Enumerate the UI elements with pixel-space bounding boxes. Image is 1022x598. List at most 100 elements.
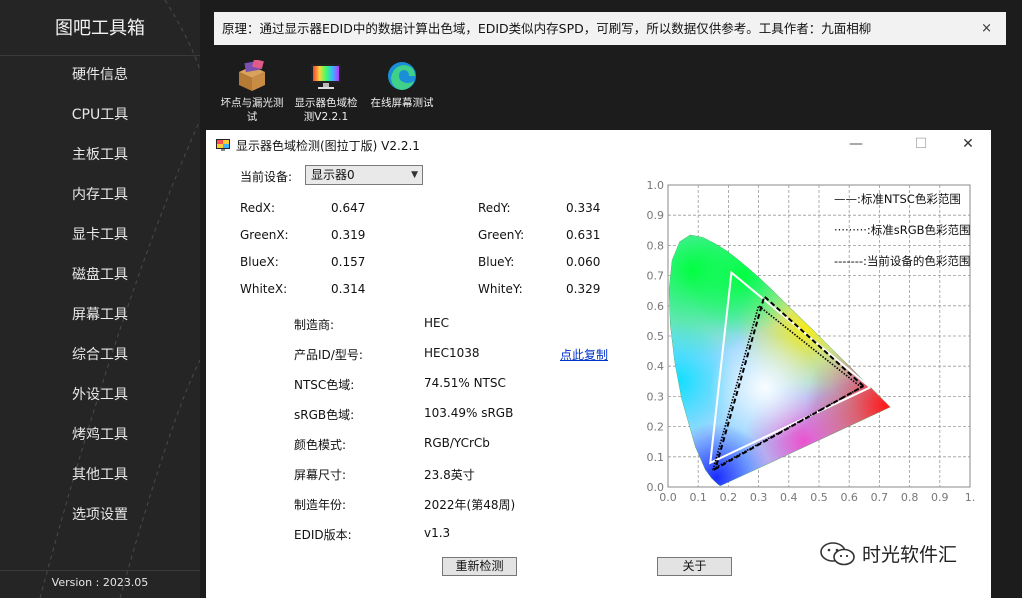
shortcut-online-screen-test[interactable]: 在线屏幕测试	[362, 60, 442, 110]
green-y-label: GreenY:	[478, 228, 525, 242]
sidebar-item-general-tools[interactable]: 综合工具	[0, 338, 200, 378]
manufacture-year-value: 2022年(第48周)	[424, 498, 516, 512]
monitor-icon	[311, 64, 341, 89]
shortcut-label-line2: 试	[246, 111, 258, 123]
blue-y-value: 0.060	[566, 255, 601, 269]
blue-y-label: BlueY:	[478, 255, 515, 269]
sidebar-item-hardware-info[interactable]: 硬件信息	[0, 58, 200, 98]
x-tick-label: 0.2	[720, 491, 738, 504]
product-id-value: HEC1038	[424, 346, 480, 360]
legend-entry: ·········:标准sRGB色彩范围	[834, 223, 971, 237]
red-x-value: 0.647	[331, 201, 366, 215]
red-y-label: RedY:	[478, 201, 511, 215]
redetect-button[interactable]: 重新检测	[442, 557, 517, 576]
x-tick-label: 0.8	[901, 491, 919, 504]
info-bar-text: 原理：通过显示器EDID中的数据计算出色域，EDID类似内存SPD，可刷写，所以…	[222, 21, 872, 36]
white-y-label: WhiteY:	[478, 282, 523, 296]
y-tick-label: 0.1	[647, 451, 665, 464]
blue-x-label: BlueX:	[240, 255, 279, 269]
device-label: 当前设备:	[240, 170, 293, 184]
sidebar-item-stress-tools[interactable]: 烤鸡工具	[0, 418, 200, 458]
window-titlebar[interactable]: 显示器色域检测(图拉丁版) V2.2.1 — ☐ ✕	[206, 130, 991, 160]
y-tick-label: 0.8	[647, 239, 665, 252]
sidebar-item-memory-tools[interactable]: 内存工具	[0, 178, 200, 218]
edid-version-value: v1.3	[424, 526, 451, 540]
version-label: Version : 2023.05	[51, 576, 149, 589]
green-x-value: 0.319	[331, 228, 366, 242]
white-x-value: 0.314	[331, 282, 366, 296]
srgb-gamut-value: 103.49% sRGB	[424, 406, 514, 420]
green-x-label: GreenX:	[240, 228, 289, 242]
sidebar-item-screen-tools[interactable]: 屏幕工具	[0, 298, 200, 338]
y-tick-label: 0.7	[647, 270, 665, 283]
legend-entry: -------:当前设备的色彩范围	[834, 254, 970, 268]
x-tick-label: 0.7	[871, 491, 889, 504]
y-tick-label: 0.0	[647, 481, 665, 494]
ntsc-gamut-label: NTSC色域:	[294, 378, 355, 392]
about-button[interactable]: 关于	[657, 557, 732, 576]
red-x-label: RedX:	[240, 201, 276, 215]
sidebar-divider	[0, 55, 200, 56]
sidebar-item-cpu-tools[interactable]: CPU工具	[0, 98, 200, 138]
legend-entry: ——:标准NTSC色彩范围	[834, 192, 961, 206]
y-tick-label: 0.4	[647, 360, 665, 373]
y-tick-label: 0.2	[647, 421, 665, 434]
x-tick-label: 1.	[965, 491, 976, 504]
watermark: 时光软件汇	[818, 540, 1014, 568]
info-bar-close-button[interactable]: ×	[981, 12, 992, 45]
manufacture-year-label: 制造年份:	[294, 498, 347, 512]
copy-link[interactable]: 点此复制	[560, 346, 608, 363]
chevron-down-icon: ▼	[411, 170, 418, 180]
srgb-gamut-label: sRGB色域:	[294, 408, 355, 422]
gamut-checker-window: 显示器色域检测(图拉丁版) V2.2.1 — ☐ ✕ 当前设备: 显示器0 ▼ …	[206, 130, 991, 598]
white-y-value: 0.329	[566, 282, 601, 296]
manufacturer-label: 制造商:	[294, 318, 335, 332]
color-mode-label: 颜色模式:	[294, 438, 347, 452]
green-y-value: 0.631	[566, 228, 601, 242]
white-x-label: WhiteX:	[240, 282, 288, 296]
shortcut-gamut-checker[interactable]: 显示器色域检 测V2.2.1	[286, 60, 366, 124]
window-app-icon	[216, 139, 230, 151]
blue-x-value: 0.157	[331, 255, 366, 269]
sidebar-item-other-tools[interactable]: 其他工具	[0, 458, 200, 498]
sidebar-item-settings[interactable]: 选项设置	[0, 498, 200, 538]
x-tick-label: 0.3	[750, 491, 768, 504]
watermark-text: 时光软件汇	[862, 544, 958, 566]
x-tick-label: 0.9	[931, 491, 949, 504]
device-select[interactable]: 显示器0 ▼	[305, 165, 423, 185]
shortcut-label-line1: 显示器色域检	[294, 97, 358, 109]
device-select-value: 显示器0	[311, 168, 355, 182]
sidebar-item-gpu-tools[interactable]: 显卡工具	[0, 218, 200, 258]
window-close-button[interactable]: ✕	[945, 130, 991, 160]
wechat-icon	[820, 542, 855, 566]
manufacturer-value: HEC	[424, 316, 449, 330]
screen-size-value: 23.8英寸	[424, 468, 475, 482]
sidebar-menu: 硬件信息 CPU工具 主板工具 内存工具 显卡工具 磁盘工具 屏幕工具 综合工具…	[0, 58, 200, 538]
product-id-label: 产品ID/型号:	[294, 348, 363, 362]
y-tick-label: 0.5	[647, 330, 665, 343]
sidebar-item-motherboard-tools[interactable]: 主板工具	[0, 138, 200, 178]
x-tick-label: 0.6	[840, 491, 858, 504]
screen-size-label: 屏幕尺寸:	[294, 468, 347, 482]
red-y-value: 0.334	[566, 201, 601, 215]
cie-chromaticity-chart: 0.0 0.1 0.2 0.3 0.4 0.5 0.6 0.7 0.8 0.9 1.0.00.10.…	[647, 179, 976, 504]
app-title: 图吧工具箱	[55, 18, 145, 39]
window-title: 显示器色域检测(图拉丁版) V2.2.1	[236, 139, 420, 153]
x-tick-label: 0.5	[810, 491, 828, 504]
ntsc-gamut-value: 74.51% NTSC	[424, 376, 506, 390]
shortcut-dead-pixel-test[interactable]: 坏点与漏光测 试	[212, 60, 292, 124]
sidebar-item-disk-tools[interactable]: 磁盘工具	[0, 258, 200, 298]
window-maximize-button[interactable]: ☐	[898, 130, 944, 160]
box-tool-icon	[239, 60, 265, 91]
color-mode-value: RGB/YCrCb	[424, 436, 490, 450]
y-tick-label: 0.6	[647, 300, 665, 313]
window-minimize-button[interactable]: —	[833, 130, 879, 160]
shortcut-label-line1: 坏点与漏光测	[220, 97, 284, 109]
sidebar-item-peripheral-tools[interactable]: 外设工具	[0, 378, 200, 418]
shortcut-label-line2: 测V2.2.1	[303, 111, 349, 123]
edid-version-label: EDID版本:	[294, 528, 352, 542]
gamut-color-region	[709, 332, 820, 443]
info-bar: 原理：通过显示器EDID中的数据计算出色域，EDID类似内存SPD，可刷写，所以…	[214, 12, 1006, 45]
sidebar: 图吧工具箱 硬件信息 CPU工具 主板工具 内存工具 显卡工具 磁盘工具 屏幕工…	[0, 0, 200, 598]
x-tick-label: 0.4	[780, 491, 798, 504]
